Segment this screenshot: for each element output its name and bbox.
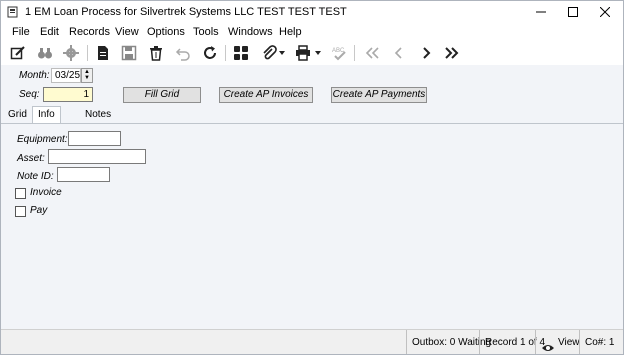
view-label: View	[558, 337, 580, 348]
info-panel: Equipment: Asset: Note ID: Invoice Pay	[1, 123, 623, 330]
print-icon[interactable]	[294, 44, 312, 62]
invoice-label: Invoice	[30, 187, 62, 198]
tab-strip: Grid Info Notes	[1, 106, 623, 124]
tab-notes[interactable]: Notes	[80, 107, 116, 122]
menu-bar: File Edit Records View Options Tools Win…	[1, 23, 623, 41]
attach-icon[interactable]	[260, 44, 278, 62]
delete-icon[interactable]	[147, 44, 165, 62]
first-record-icon[interactable]	[363, 44, 381, 62]
refresh-icon[interactable]	[201, 44, 219, 62]
pay-label: Pay	[30, 205, 48, 216]
company-status: Co#: 1	[579, 330, 614, 354]
asset-field[interactable]	[48, 149, 146, 164]
menu-windows[interactable]: Windows	[228, 26, 273, 38]
spin-down-icon[interactable]: ▼	[82, 75, 92, 81]
toolbar-separator	[354, 45, 355, 61]
equipment-field[interactable]	[68, 131, 121, 146]
fill-grid-button[interactable]: Fill Grid	[123, 87, 201, 103]
note-id-label: Note ID:	[17, 171, 54, 182]
last-record-icon[interactable]	[443, 44, 461, 62]
menu-tools[interactable]: Tools	[193, 26, 219, 38]
new-record-icon[interactable]	[94, 44, 112, 62]
next-record-icon[interactable]	[417, 44, 435, 62]
application-window: 1 EM Loan Process for Silvertrek Systems…	[0, 0, 624, 355]
menu-options[interactable]: Options	[147, 26, 185, 38]
seq-field[interactable]: 1	[43, 87, 93, 102]
asset-label: Asset:	[17, 153, 45, 164]
note-id-field[interactable]	[57, 167, 110, 182]
view-status[interactable]: View	[535, 330, 580, 354]
status-bar: Outbox: 0 Waiting Record 1 of 4 View Co#…	[1, 329, 623, 354]
month-spinner[interactable]: ▲ ▼	[81, 68, 93, 83]
eye-icon	[541, 338, 555, 351]
month-field[interactable]: 03/25	[51, 68, 81, 83]
close-icon[interactable]	[589, 1, 621, 23]
undo-icon[interactable]	[174, 44, 192, 62]
menu-file[interactable]: File	[12, 26, 30, 38]
tab-info[interactable]: Info	[32, 106, 61, 124]
toolbar: ABC	[1, 41, 623, 65]
menu-edit[interactable]: Edit	[40, 26, 59, 38]
maximize-icon[interactable]	[557, 1, 589, 23]
menu-view[interactable]: View	[115, 26, 139, 38]
menu-records[interactable]: Records	[69, 26, 110, 38]
tab-grid[interactable]: Grid	[3, 107, 32, 122]
window-title: 1 EM Loan Process for Silvertrek Systems…	[25, 6, 347, 18]
create-ap-payments-button[interactable]: Create AP Payments	[331, 87, 427, 103]
toolbar-separator	[225, 45, 226, 61]
menu-help[interactable]: Help	[279, 26, 302, 38]
edit-icon[interactable]	[9, 44, 27, 62]
binoculars-icon[interactable]	[36, 44, 54, 62]
seq-label: Seq:	[19, 89, 40, 100]
header-form: Month: 03/25 ▲ ▼ Seq: 1 Fill Grid Create…	[1, 65, 623, 107]
equipment-label: Equipment:	[17, 134, 68, 145]
gear-icon[interactable]	[62, 44, 80, 62]
app-icon	[7, 6, 19, 18]
print-dropdown-icon[interactable]	[314, 44, 322, 62]
minimize-icon[interactable]	[525, 1, 557, 23]
month-label: Month:	[19, 70, 50, 81]
attach-dropdown-icon[interactable]	[278, 44, 286, 62]
toolbar-separator	[87, 45, 88, 61]
create-ap-invoices-button[interactable]: Create AP Invoices	[219, 87, 313, 103]
spellcheck-icon[interactable]: ABC	[330, 44, 348, 62]
invoice-checkbox[interactable]	[15, 188, 26, 199]
title-bar: 1 EM Loan Process for Silvertrek Systems…	[1, 1, 623, 23]
grid-icon[interactable]	[232, 44, 250, 62]
save-icon[interactable]	[120, 44, 138, 62]
previous-record-icon[interactable]	[390, 44, 408, 62]
pay-checkbox[interactable]	[15, 206, 26, 217]
